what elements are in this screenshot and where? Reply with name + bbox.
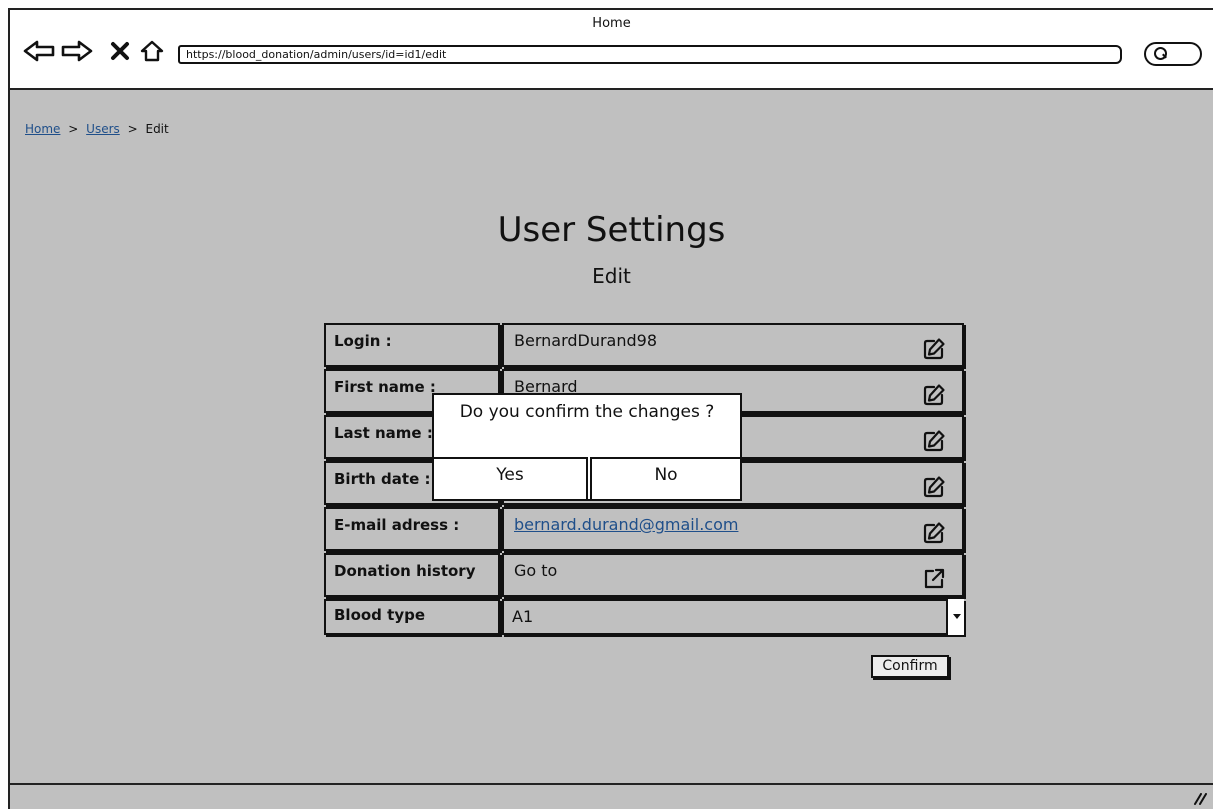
breadcrumb-current: Edit — [145, 122, 169, 136]
breadcrumb-separator: > — [127, 122, 138, 136]
forward-arrow-icon — [61, 40, 93, 62]
edit-icon[interactable] — [922, 337, 946, 361]
external-link-icon[interactable] — [922, 567, 946, 591]
donation-history-value: Go to — [514, 561, 558, 580]
forward-button[interactable] — [60, 38, 94, 64]
login-field[interactable]: BernardDurand98 — [502, 323, 964, 367]
browser-toolbar: Home https://blood_donation/admin/users/… — [10, 10, 1213, 90]
home-button[interactable] — [138, 38, 166, 64]
chevron-down-icon[interactable] — [946, 599, 964, 635]
edit-icon[interactable] — [922, 521, 946, 545]
home-icon — [140, 40, 164, 62]
donation-history-field[interactable]: Go to — [502, 553, 964, 597]
blood-type-select[interactable]: A1 — [502, 599, 964, 635]
email-link[interactable]: bernard.durand@gmail.com — [514, 515, 738, 534]
confirm-changes-dialog: Do you confirm the changes ? Yes No — [432, 393, 742, 501]
browser-window: Home https://blood_donation/admin/users/… — [8, 8, 1213, 809]
status-bar — [10, 783, 1213, 809]
login-label: Login : — [324, 323, 500, 367]
edit-icon[interactable] — [922, 383, 946, 407]
confirm-button[interactable]: Confirm — [871, 655, 949, 678]
email-label: E-mail adress : — [324, 507, 500, 551]
window-title: Home — [592, 16, 631, 31]
back-button[interactable] — [22, 38, 56, 64]
edit-icon[interactable] — [922, 429, 946, 453]
breadcrumb-home-link[interactable]: Home — [25, 122, 60, 136]
dialog-message: Do you confirm the changes ? — [459, 402, 715, 422]
edit-icon[interactable] — [922, 475, 946, 499]
no-button[interactable]: No — [590, 457, 742, 501]
blood-type-value: A1 — [512, 607, 534, 626]
breadcrumb: Home > Users > Edit — [25, 122, 169, 136]
page-title: User Settings — [497, 210, 726, 250]
back-arrow-icon — [23, 40, 55, 62]
yes-button[interactable]: Yes — [432, 457, 588, 501]
url-input[interactable]: https://blood_donation/admin/users/id=id… — [178, 45, 1122, 64]
donation-history-label: Donation history — [324, 553, 500, 597]
login-value: BernardDurand98 — [514, 331, 658, 350]
page-subtitle: Edit — [592, 264, 631, 288]
email-field[interactable]: bernard.durand@gmail.com — [502, 507, 964, 551]
breadcrumb-users-link[interactable]: Users — [86, 122, 120, 136]
stop-button[interactable] — [108, 38, 132, 64]
blood-type-label: Blood type — [324, 599, 500, 635]
search-icon — [1154, 47, 1167, 60]
resize-grip-icon[interactable] — [1193, 793, 1207, 805]
breadcrumb-separator: > — [68, 122, 79, 136]
close-x-icon — [111, 42, 129, 60]
search-button[interactable] — [1144, 42, 1202, 66]
